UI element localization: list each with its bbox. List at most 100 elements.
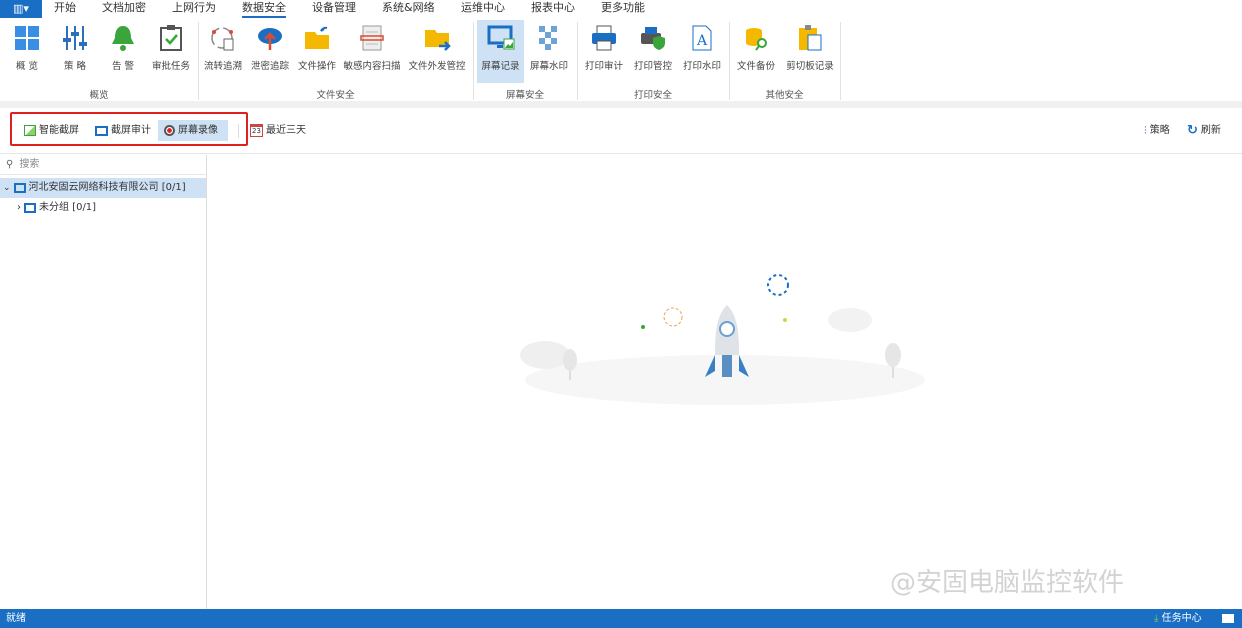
screen-watermark-button[interactable]: 屏幕水印 xyxy=(527,20,571,82)
alert-button[interactable]: 告 警 xyxy=(101,20,145,82)
printer-shield-icon xyxy=(641,27,665,50)
label: 文件操作 xyxy=(297,61,336,72)
status-text: 就绪 xyxy=(6,613,26,624)
menu-doc-encrypt[interactable]: 文档加密 xyxy=(102,0,146,18)
group-screen-security-label: 屏幕安全 xyxy=(505,90,544,101)
policy-button[interactable]: ⫶ 策略 xyxy=(1138,120,1176,141)
clipboard-icon xyxy=(799,25,822,51)
sliders-icon xyxy=(63,26,87,50)
label: 审批任务 xyxy=(151,61,190,72)
group-other-security-label: 其他安全 xyxy=(765,90,804,101)
menu-start[interactable]: 开始 xyxy=(54,0,76,18)
date-filter-button[interactable]: 23 最近三天 xyxy=(244,120,312,141)
approval-tasks-button[interactable]: 审批任务 xyxy=(149,20,193,82)
menu-more[interactable]: 更多功能 xyxy=(601,0,645,18)
tab-smart-screenshot[interactable]: 智能截屏 xyxy=(18,120,85,141)
print-control-button[interactable]: 打印管控 xyxy=(630,20,676,82)
refresh-button[interactable]: ↻ 刷新 xyxy=(1181,120,1227,141)
watermark: @安固电脑监控软件 xyxy=(890,568,1125,598)
flow-trace-icon xyxy=(211,27,234,51)
printer-icon xyxy=(592,25,616,51)
group-icon xyxy=(24,203,36,213)
policy-button[interactable]: 策 略 xyxy=(53,20,97,82)
label: 打印管控 xyxy=(633,61,672,72)
chevron-down-icon[interactable]: ⌄ xyxy=(3,178,11,198)
menu-ops-center[interactable]: 运维中心 xyxy=(461,0,505,18)
sensitive-scan-button[interactable]: 敏感内容扫描 xyxy=(342,20,402,82)
device-tree-panel: ⚲ 搜索 ⌄ 河北安固云网络科技有限公司 [0/1] › 未分组 [0/1] xyxy=(0,155,207,609)
leak-trace-button[interactable]: 泄密追踪 xyxy=(248,20,292,82)
label: 刷新 xyxy=(1200,125,1221,136)
bell-icon xyxy=(112,26,134,51)
label: 打印审计 xyxy=(584,61,623,72)
monitor-icon xyxy=(95,125,108,136)
network-icon xyxy=(13,183,26,193)
refresh-icon: ↻ xyxy=(1187,123,1198,138)
database-search-icon xyxy=(746,28,767,51)
label: 任务中心 xyxy=(1161,613,1202,624)
label: 最近三天 xyxy=(266,125,306,136)
grid-icon xyxy=(15,26,39,50)
document-a-icon: A xyxy=(692,25,712,51)
folder-icon xyxy=(305,26,329,49)
print-watermark-button[interactable]: A 打印水印 xyxy=(680,20,724,82)
clipboard-check-icon xyxy=(160,25,182,51)
label: 敏感内容扫描 xyxy=(343,61,401,72)
label: 打印水印 xyxy=(682,61,721,72)
app-menu-icon: ▥▾ xyxy=(13,2,29,15)
document-scan-icon xyxy=(360,25,384,51)
svg-text:A: A xyxy=(696,33,708,49)
ribbon-separator xyxy=(0,101,1242,108)
flow-trace-button[interactable]: 流转追溯 xyxy=(201,20,245,82)
placeholder: 搜索 xyxy=(19,158,40,170)
cloud-upload-icon xyxy=(258,28,282,50)
print-audit-button[interactable]: 打印审计 xyxy=(582,20,626,82)
tab-screen-recording[interactable]: 屏幕录像 xyxy=(158,120,228,141)
ribbon: 概 览 策 略 告 警 审批任务 流转追溯 泄密追踪 文件操作 敏感内容扫描 文… xyxy=(0,18,1242,101)
menu-web-behavior[interactable]: 上网行为 xyxy=(172,0,216,18)
search-icon: ⚲ xyxy=(6,158,14,170)
monitor-image-icon xyxy=(487,25,514,50)
tab-screenshot-audit[interactable]: 截屏审计 xyxy=(89,120,157,141)
tree-node-company[interactable]: ⌄ 河北安固云网络科技有限公司 [0/1] xyxy=(0,178,206,198)
task-center-button[interactable]: ⤓ 任务中心 xyxy=(1154,609,1202,628)
divider xyxy=(238,124,239,138)
chevron-right-icon[interactable]: › xyxy=(17,198,21,218)
menu-system-network[interactable]: 系统&网络 xyxy=(382,0,435,18)
checker-watermark-icon xyxy=(539,26,557,50)
download-icon: ⤓ xyxy=(1154,613,1159,624)
label: 文件外发管控 xyxy=(408,61,466,72)
app-menu-button[interactable]: ▥▾ xyxy=(0,0,42,18)
label: 屏幕记录 xyxy=(481,61,520,72)
label: 截屏审计 xyxy=(111,125,151,136)
label: 河北安固云网络科技有限公司 [0/1] xyxy=(28,182,186,193)
label: 文件备份 xyxy=(736,61,775,72)
file-outgoing-control-button[interactable]: 文件外发管控 xyxy=(405,20,469,82)
group-file-security-label: 文件安全 xyxy=(316,90,355,101)
clipboard-record-button[interactable]: 剪切板记录 xyxy=(782,20,838,82)
label: 策 略 xyxy=(63,61,87,72)
file-backup-button[interactable]: 文件备份 xyxy=(734,20,778,82)
label: 概 览 xyxy=(15,61,39,72)
menu-report-center[interactable]: 报表中心 xyxy=(531,0,575,18)
record-icon xyxy=(164,125,175,136)
sliders-icon: ⫶ xyxy=(1144,124,1147,137)
toolbar: 智能截屏 截屏审计 屏幕录像 23 最近三天 ⫶ 策略 ↻ 刷新 xyxy=(0,108,1242,154)
menu-data-security[interactable]: 数据安全 xyxy=(242,0,286,18)
status-bar: 就绪 ⤓ 任务中心 xyxy=(0,609,1242,628)
menu-bar: ▥▾ 开始 文档加密 上网行为 数据安全 设备管理 系统&网络 运维中心 报表中… xyxy=(0,0,1242,18)
overview-button[interactable]: 概 览 xyxy=(5,20,49,82)
search-input[interactable]: ⚲ 搜索 xyxy=(0,155,206,175)
file-operation-button[interactable]: 文件操作 xyxy=(295,20,339,82)
empty-state-illustration xyxy=(520,274,925,405)
tree-node-ungrouped[interactable]: › 未分组 [0/1] xyxy=(0,198,206,218)
label: 剪切板记录 xyxy=(786,61,834,72)
label: 屏幕水印 xyxy=(529,61,568,72)
group-overview-label: 概览 xyxy=(89,90,109,101)
label: 泄密追踪 xyxy=(250,61,289,72)
menu-device-management[interactable]: 设备管理 xyxy=(312,0,356,18)
message-icon[interactable] xyxy=(1222,614,1234,623)
label: 策略 xyxy=(1149,125,1170,136)
screen-record-button[interactable]: 屏幕记录 xyxy=(477,20,524,83)
label: 流转追溯 xyxy=(203,61,242,72)
